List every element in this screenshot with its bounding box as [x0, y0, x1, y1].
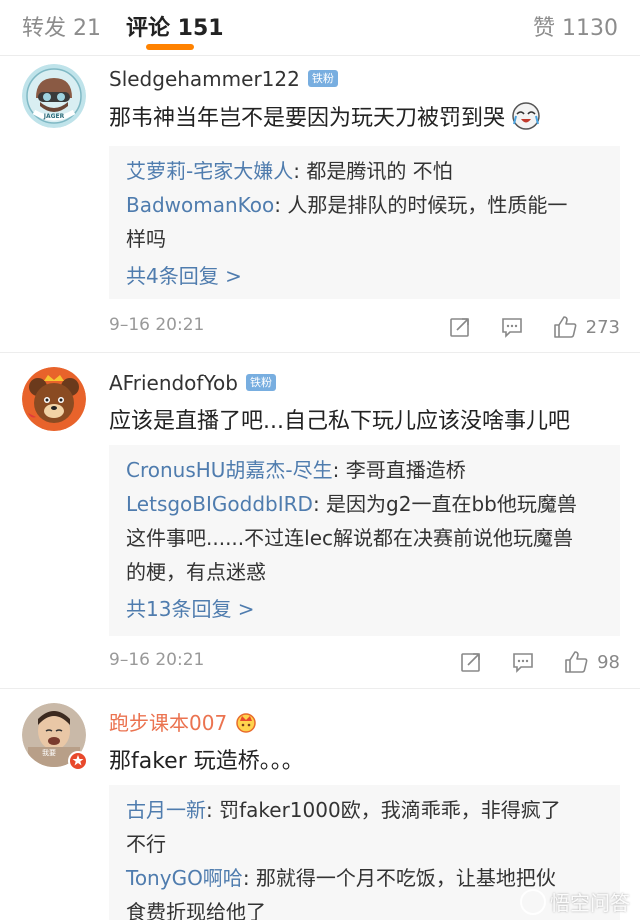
reply-item: 古月一新: 罚faker1000欧，我滴乖乖，非得疯了 不行: [126, 798, 561, 856]
more-replies-link[interactable]: 共13条回复 >: [126, 591, 606, 627]
comment-icon: [513, 653, 533, 673]
comment-text: 应该是直播了吧...自己私下玩儿应该没啥事儿吧: [109, 409, 570, 434]
laughing-cry-emoji-icon: [512, 102, 540, 130]
comment-meta: 9–16 20:21 98: [109, 647, 620, 677]
like-button[interactable]: 98: [563, 649, 620, 675]
reply-box: CronusHU胡嘉杰-尽生: 李哥直播造桥 LetsgoBIGoddbIRD:…: [109, 445, 620, 636]
reply-item: BadwomanKoo: 人那是排队的时候玩，性质能一 样吗: [126, 193, 568, 251]
fan-badge: 铁粉: [245, 374, 276, 391]
comment-username[interactable]: AFriendofYob 铁粉: [109, 371, 276, 395]
avatar[interactable]: [22, 367, 86, 431]
comment-username[interactable]: Sledgehammer122 铁粉: [109, 67, 338, 91]
comment-time: 9–16 20:21: [109, 315, 205, 335]
comment-item: JAGER Sledgehammer122 铁粉 那韦神当年岂不是要因为玩天刀被罚…: [0, 56, 640, 352]
comment-meta: 9–16 20:21 273: [109, 312, 620, 342]
reply-username[interactable]: 古月一新: [126, 798, 206, 822]
active-tab-indicator: [146, 44, 194, 50]
tab-comment[interactable]: 评论 151: [126, 10, 224, 42]
comment-username[interactable]: 跑步课本007: [109, 707, 258, 736]
tab-like[interactable]: 赞 1130: [533, 10, 618, 42]
share-icon: [449, 318, 469, 337]
watermark: 悟空问答: [520, 887, 630, 916]
thumbs-up-icon: [565, 651, 588, 673]
comment-actions: 98: [431, 647, 620, 677]
svg-text:我要: 我要: [42, 748, 56, 757]
like-count: 98: [597, 651, 620, 673]
like-button[interactable]: 273: [552, 314, 620, 340]
verified-badge-icon: [68, 751, 88, 771]
reply-username[interactable]: TonyGO啊哈: [126, 866, 243, 890]
reply-button[interactable]: [500, 315, 524, 339]
share-icon: [461, 653, 480, 672]
reply-item: 艾萝莉-宅家大嫌人: 都是腾讯的 不怕: [126, 159, 453, 183]
comment-text: 那韦神当年岂不是要因为玩天刀被罚到哭: [109, 100, 540, 132]
reply-box: 艾萝莉-宅家大嫌人: 都是腾讯的 不怕 BadwomanKoo: 人那是排队的时…: [109, 146, 620, 299]
reply-button[interactable]: [511, 650, 535, 674]
comment-item: AFriendofYob 铁粉 应该是直播了吧...自己私下玩儿应该没啥事儿吧 C…: [0, 353, 640, 688]
reply-username[interactable]: 艾萝莉-宅家大嫌人: [126, 159, 293, 183]
comment-actions: 273: [420, 312, 620, 342]
reply-item: CronusHU胡嘉杰-尽生: 李哥直播造桥: [126, 458, 466, 482]
tab-repost[interactable]: 转发 21: [22, 10, 101, 42]
watermark-logo-icon: [520, 888, 546, 915]
reply-item: LetsgoBIGoddbIRD: 是因为g2一直在bb他玩魔兽 这件事吧....…: [126, 492, 577, 584]
comment-text: 那faker 玩造桥。。。: [109, 749, 304, 774]
more-replies-link[interactable]: 共4条回复 >: [126, 258, 606, 294]
member-crown-icon: [235, 713, 256, 733]
repost-button[interactable]: [448, 315, 472, 339]
thumbs-up-icon: [553, 316, 577, 338]
reply-username[interactable]: BadwomanKoo: [126, 193, 274, 217]
avatar[interactable]: JAGER: [22, 64, 86, 128]
reply-username[interactable]: LetsgoBIGoddbIRD: [126, 492, 313, 516]
comment-tabs: 转发 21 评论 151 赞 1130: [0, 0, 640, 56]
like-count: 273: [585, 316, 620, 338]
svg-text:JAGER: JAGER: [43, 113, 65, 120]
comment-time: 9–16 20:21: [109, 650, 205, 670]
comment-icon: [501, 318, 522, 338]
reply-username[interactable]: CronusHU胡嘉杰-尽生: [126, 458, 333, 482]
repost-button[interactable]: [459, 650, 483, 674]
comment-item: 我要 跑步课本007 那faker 玩造桥。。。 古月一新: 罚faker100…: [0, 689, 640, 920]
fan-badge: 铁粉: [307, 70, 338, 87]
